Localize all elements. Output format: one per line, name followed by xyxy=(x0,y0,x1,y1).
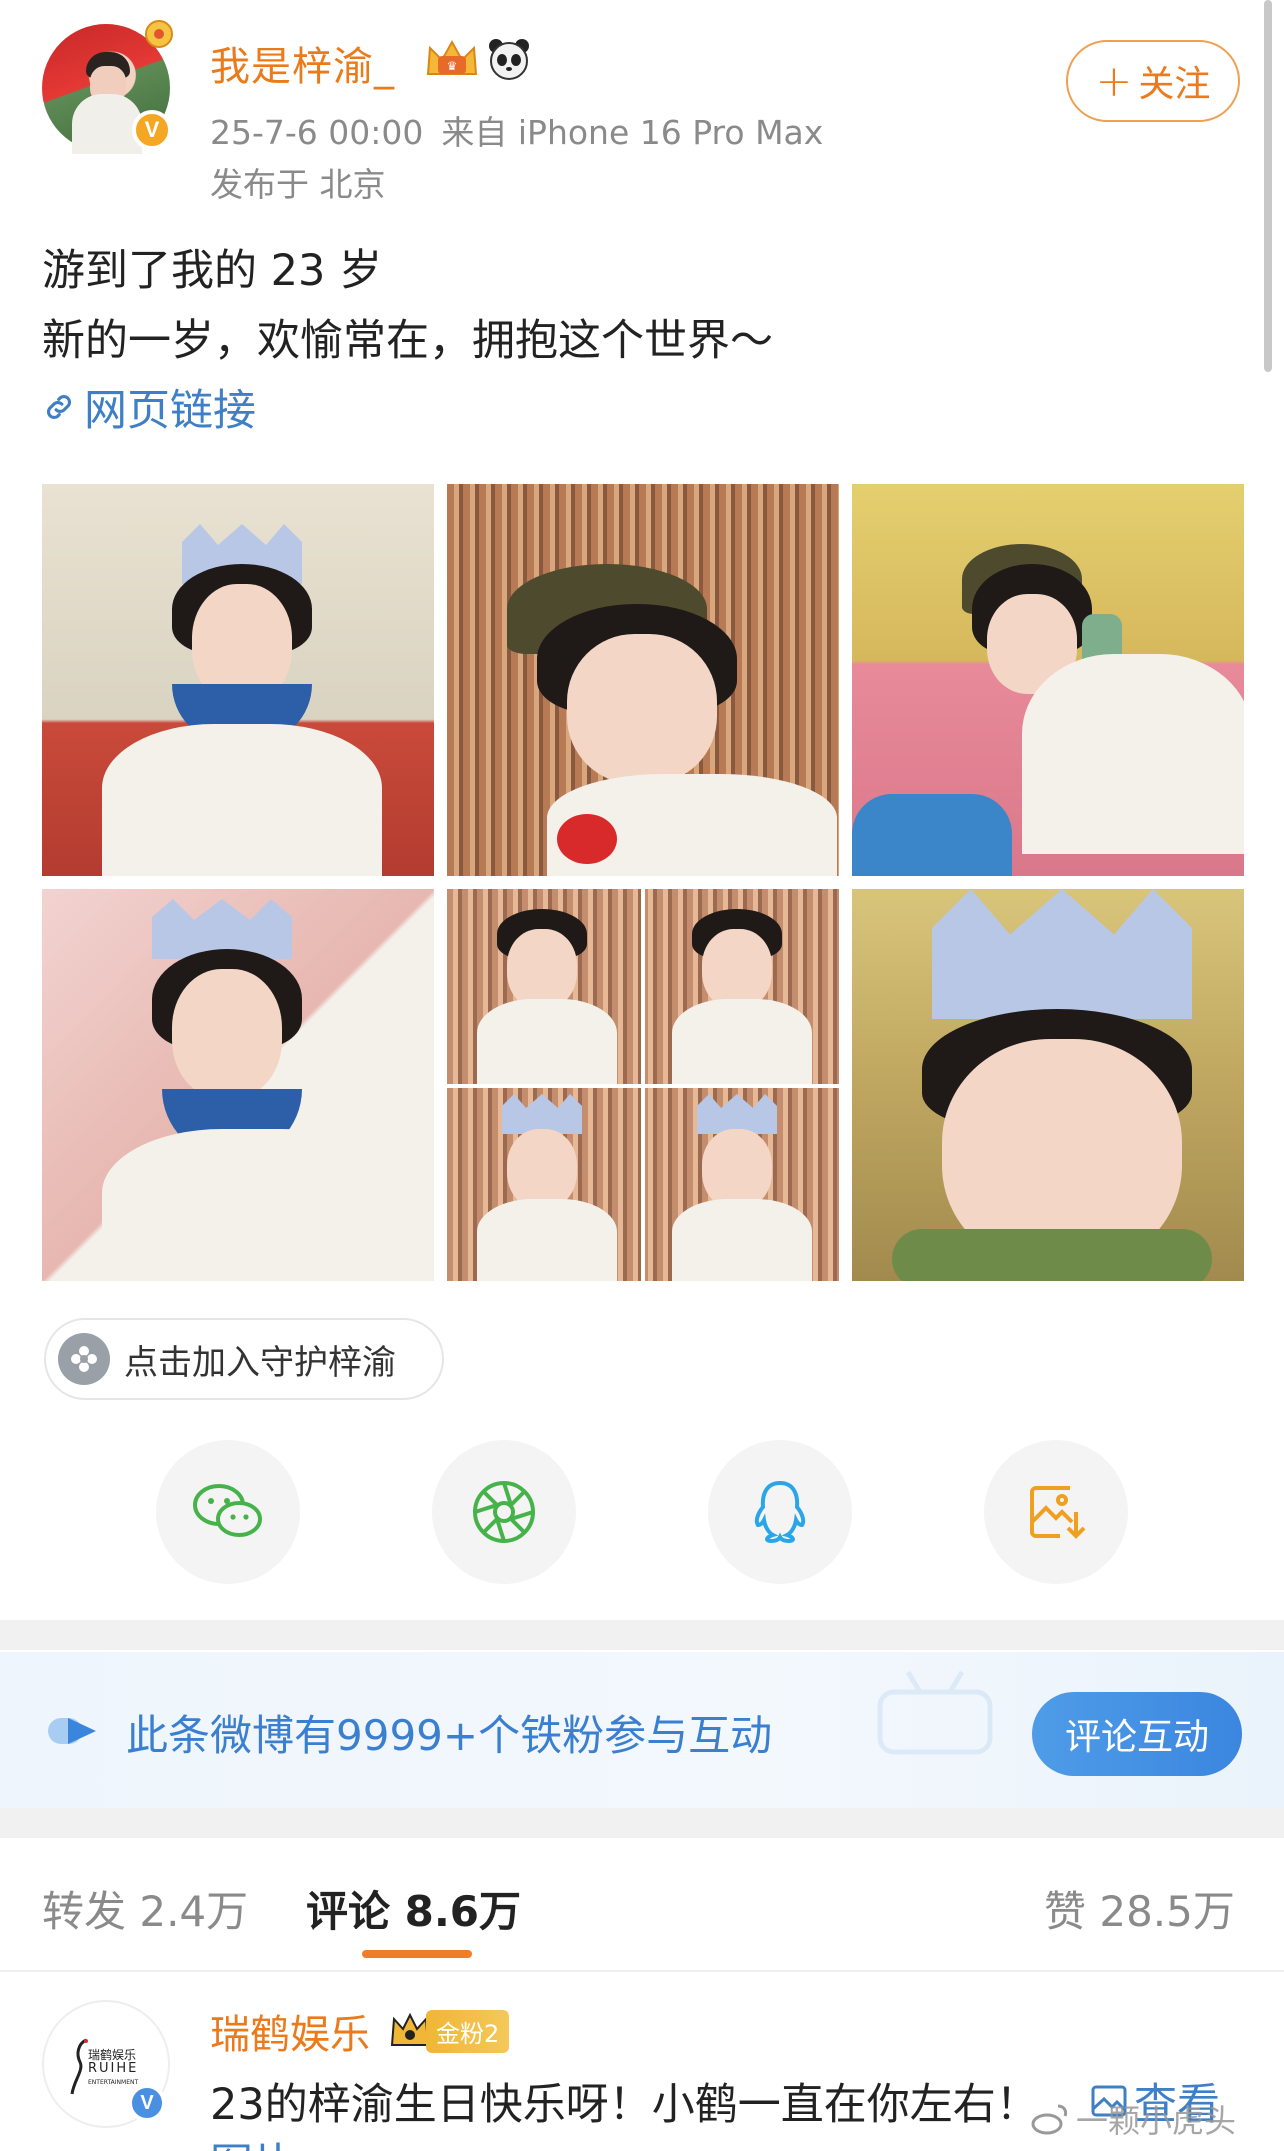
section-divider xyxy=(0,1620,1284,1650)
tv-watermark-icon xyxy=(877,1670,993,1755)
photo-1[interactable] xyxy=(42,484,434,876)
commenter-avatar[interactable]: 瑞鹤娱乐 RUIHE ENTERTAINMENT V xyxy=(42,2000,170,2128)
flower-icon xyxy=(58,1333,110,1385)
wechat-icon xyxy=(193,1484,262,1537)
author-username[interactable]: 我是梓渝_ xyxy=(210,34,395,92)
share-moments-button[interactable] xyxy=(432,1440,576,1584)
tab-repost[interactable]: 转发 2.4万 xyxy=(42,1878,248,1939)
post-location: 发布于 北京 xyxy=(210,165,386,204)
link-icon xyxy=(46,394,72,420)
save-image-icon xyxy=(1030,1486,1086,1539)
photo-6[interactable] xyxy=(852,889,1244,1281)
tab-like[interactable]: 赞 28.5万 xyxy=(1044,1878,1235,1939)
post-source: 来自 iPhone 16 Pro Max xyxy=(441,113,824,152)
qq-icon xyxy=(754,1480,806,1544)
join-fan-group-button[interactable]: 点击加入守护梓渝 xyxy=(44,1318,444,1400)
post-timestamp: 25-7-6 00:00 xyxy=(210,113,424,152)
web-link[interactable]: 网页链接 xyxy=(42,376,256,438)
svg-text:♛: ♛ xyxy=(447,59,458,73)
scrollbar[interactable] xyxy=(1264,0,1272,372)
post-text-line-2: 新的一岁，欢愉常在，拥抱这个世界～ xyxy=(42,316,773,366)
join-fan-group-label: 点击加入守护梓渝 xyxy=(124,1342,396,1383)
fan-level-badge: 金粉2 xyxy=(388,2008,510,2054)
comment-interaction-button[interactable]: 评论互动 xyxy=(1032,1692,1242,1776)
author-avatar[interactable]: V xyxy=(42,20,173,154)
comment-text: 23的梓渝生日快乐呀！小鹤一直在你左右！ xyxy=(210,2080,1039,2130)
follow-label: 关注 xyxy=(1138,64,1211,105)
weibo-watermark: 一颗小虎头 xyxy=(1030,2096,1236,2142)
fan-badge-label: 金粉2 xyxy=(426,2009,510,2053)
watermark-text: 一颗小虎头 xyxy=(1076,2102,1237,2140)
photo-3[interactable] xyxy=(852,484,1244,876)
commenter-logo-text: 瑞鹤娱乐 RUIHE ENTERTAINMENT xyxy=(88,2048,138,2090)
photo-2[interactable] xyxy=(447,484,839,876)
moments-icon xyxy=(473,1481,535,1543)
share-wechat-button[interactable] xyxy=(156,1440,300,1584)
weibo-logo-icon xyxy=(1031,2104,1068,2135)
photo-5[interactable] xyxy=(447,889,839,1281)
logo-text-line-1: 瑞鹤娱乐 xyxy=(88,2048,137,2062)
tab-divider xyxy=(0,1970,1284,1972)
plus-icon: + xyxy=(1095,55,1133,107)
comment-link-continuation[interactable]: 图片 xyxy=(210,2130,296,2151)
panda-badge-icon xyxy=(489,39,529,80)
section-divider xyxy=(0,1808,1284,1838)
interaction-banner[interactable]: 此条微博有9999+个铁粉参与互动 评论互动 xyxy=(0,1652,1284,1808)
avatar-decoration-icon xyxy=(145,20,173,48)
verified-badge-icon: V xyxy=(132,110,172,150)
logo-text-line-2: RUIHE xyxy=(88,2061,139,2076)
tab-comment[interactable]: 评论 8.6万 xyxy=(306,1878,521,1939)
crown-badge-icon: ♛ xyxy=(426,39,478,75)
photo-4[interactable] xyxy=(42,889,434,1281)
follow-button[interactable]: + 关注 xyxy=(1066,40,1240,122)
active-tab-indicator xyxy=(362,1950,472,1958)
post-content: 游到了我的 23 岁 新的一岁，欢愉常在，拥抱这个世界～ xyxy=(42,236,773,376)
save-image-button[interactable] xyxy=(984,1440,1128,1584)
toggle-icon xyxy=(48,1718,96,1744)
commenter-username[interactable]: 瑞鹤娱乐 xyxy=(210,2002,370,2060)
banner-text: 此条微博有9999+个铁粉参与互动 xyxy=(126,1711,773,1760)
web-link-label: 网页链接 xyxy=(84,386,256,436)
share-qq-button[interactable] xyxy=(708,1440,852,1584)
logo-text-line-3: ENTERTAINMENT xyxy=(88,2079,139,2086)
post-text-line-1: 游到了我的 23 岁 xyxy=(42,246,383,296)
post-meta: 25-7-6 00:00 来自 iPhone 16 Pro Max xyxy=(210,106,823,154)
blue-verified-badge-icon: V xyxy=(128,2084,166,2122)
